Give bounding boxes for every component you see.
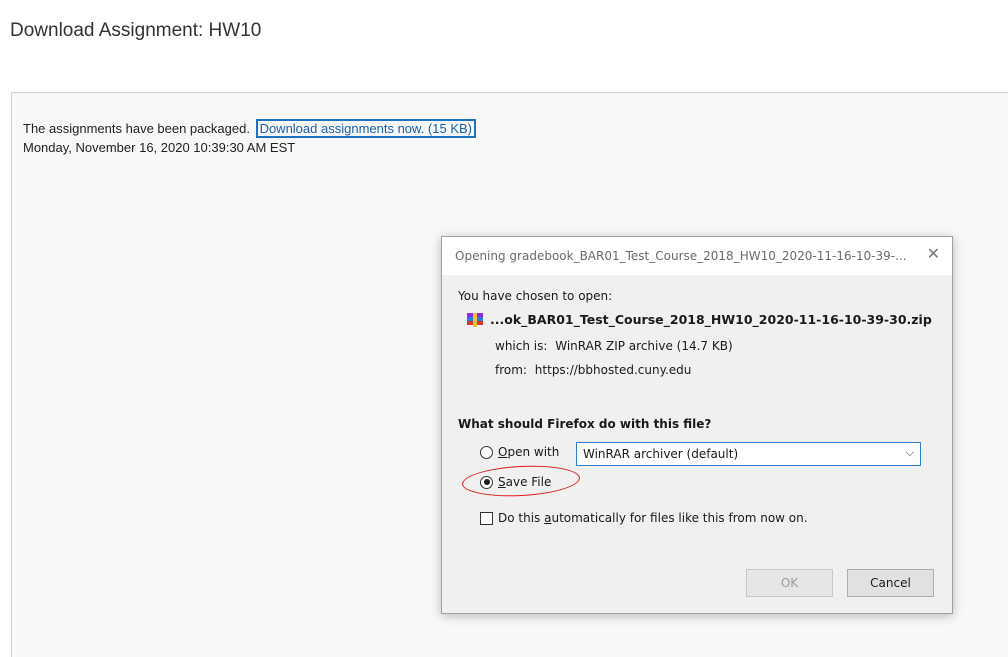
source-row: from: https://bbhosted.cuny.edu	[495, 363, 691, 377]
from-value: https://bbhosted.cuny.edu	[534, 363, 692, 377]
file-row: ...ok_BAR01_Test_Course_2018_HW10_2020-1…	[467, 312, 932, 327]
open-with-label[interactable]: Open with	[498, 445, 559, 459]
open-with-radio[interactable]	[480, 445, 493, 459]
status-line: The assignments have been packaged. Down…	[23, 119, 477, 138]
cancel-button[interactable]: Cancel	[847, 569, 934, 597]
dialog-titlebar: Opening gradebook_BAR01_Test_Course_2018…	[442, 237, 952, 275]
open-with-option[interactable]: Open with	[480, 445, 559, 459]
from-label: from:	[495, 363, 527, 377]
auto-action-label[interactable]: Do this automatically for files like thi…	[498, 511, 808, 525]
red-annotation-circle	[461, 462, 581, 500]
page-title: Download Assignment: HW10	[10, 20, 262, 41]
auto-action-option[interactable]: Do this automatically for files like thi…	[480, 511, 808, 525]
ok-button[interactable]: OK	[746, 569, 833, 597]
auto-label-prefix: Do this	[498, 511, 545, 525]
chevron-down-icon[interactable]: ⌵	[906, 446, 914, 460]
file-open-dialog: Opening gradebook_BAR01_Test_Course_2018…	[441, 236, 953, 614]
auto-label-suffix: utomatically for files like this from no…	[551, 511, 808, 525]
file-name: ...ok_BAR01_Test_Course_2018_HW10_2020-1…	[490, 312, 932, 327]
close-icon[interactable]: ✕	[927, 246, 940, 262]
application-select[interactable]: WinRAR archiver (default) ⌵	[576, 442, 921, 466]
which-is-value: WinRAR ZIP archive (14.7 KB)	[555, 339, 733, 353]
which-is-label: which is:	[495, 339, 548, 353]
status-text: The assignments have been packaged.	[23, 121, 250, 136]
chosen-label: You have chosen to open:	[458, 289, 613, 303]
timestamp: Monday, November 16, 2020 10:39:30 AM ES…	[23, 140, 296, 155]
dialog-title: Opening gradebook_BAR01_Test_Course_2018…	[455, 249, 907, 263]
action-question: What should Firefox do with this file?	[458, 417, 712, 431]
file-type-row: which is: WinRAR ZIP archive (14.7 KB)	[495, 339, 733, 353]
auto-action-checkbox[interactable]	[480, 511, 493, 525]
application-select-value: WinRAR archiver (default)	[583, 447, 739, 461]
winrar-archive-icon	[467, 312, 483, 327]
download-assignments-link[interactable]: Download assignments now. (15 KB)	[255, 119, 477, 138]
